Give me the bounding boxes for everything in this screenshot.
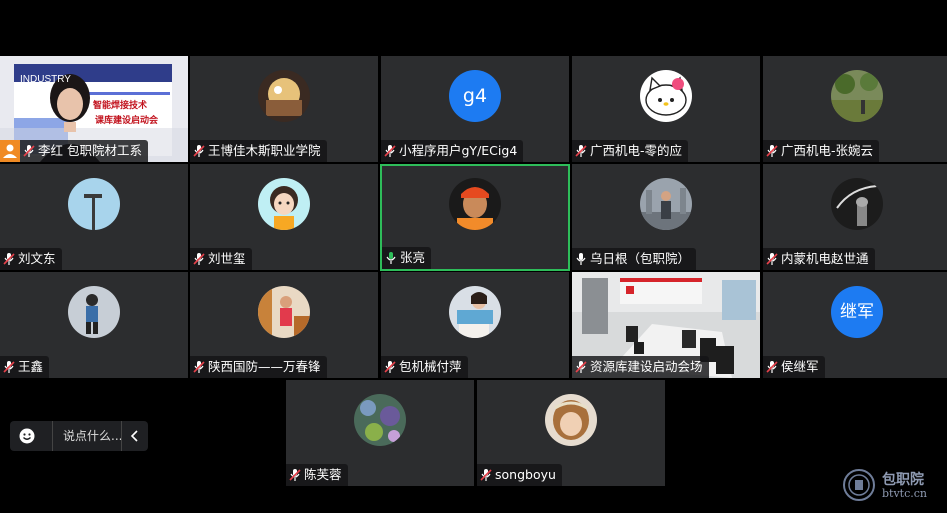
mic-muted-icon bbox=[289, 469, 301, 481]
name-tag: 王博佳木斯职业学院 bbox=[190, 140, 327, 162]
name-tag: 王鑫 bbox=[0, 356, 50, 378]
video-tile-guangxi-1[interactable]: 广西机电-零的应 bbox=[572, 56, 760, 162]
participant-name: 王博佳木斯职业学院 bbox=[208, 143, 321, 158]
participant-name: 刘文东 bbox=[18, 251, 56, 266]
video-tile-liu-wendong[interactable]: 刘文东 bbox=[0, 164, 188, 270]
video-tile-miniprogram-user[interactable]: g4 小程序用户gY/ECig4 bbox=[381, 56, 569, 162]
participant-name: 刘世玺 bbox=[208, 251, 246, 266]
presenter-icon bbox=[0, 140, 20, 162]
slide-title-line1: 智能焊接技术 bbox=[93, 101, 148, 111]
name-tag: 陈芙蓉 bbox=[286, 464, 348, 486]
mic-muted-icon bbox=[480, 469, 492, 481]
video-tile-wang-bo[interactable]: 王博佳木斯职业学院 bbox=[190, 56, 378, 162]
mic-icon bbox=[576, 253, 586, 265]
name-tag: songboyu bbox=[477, 464, 562, 486]
participant-name: 内蒙机电赵世通 bbox=[781, 251, 869, 266]
participant-name: 广西机电-零的应 bbox=[590, 143, 683, 158]
watermark-name: 包职院 bbox=[882, 472, 924, 488]
profile-avatar bbox=[831, 70, 883, 122]
chat-bar: 说点什么... bbox=[10, 421, 148, 451]
mic-muted-icon bbox=[3, 253, 15, 265]
profile-avatar bbox=[449, 178, 501, 230]
name-tag: 广西机电-零的应 bbox=[572, 140, 689, 162]
mic-muted-icon bbox=[766, 361, 778, 373]
name-tag: 张亮 bbox=[382, 247, 432, 269]
participant-name: 李红 包职院材工系 bbox=[38, 143, 142, 158]
name-tag: 陕西国防——万春锋 bbox=[190, 356, 327, 378]
name-tag: 资源库建设启动会场 bbox=[572, 356, 709, 378]
emoji-icon[interactable] bbox=[19, 428, 35, 444]
hello-kitty-avatar bbox=[640, 70, 692, 122]
mic-muted-icon bbox=[384, 145, 396, 157]
participant-name: 张亮 bbox=[400, 250, 426, 265]
profile-avatar bbox=[258, 70, 310, 122]
name-tag: 广西机电-张婉云 bbox=[763, 140, 880, 162]
watermark-domain: btvtc.cn bbox=[882, 487, 927, 500]
profile-avatar bbox=[545, 394, 597, 446]
mic-muted-icon bbox=[3, 361, 15, 373]
profile-avatar bbox=[831, 178, 883, 230]
mic-muted-icon bbox=[384, 361, 396, 373]
name-tag: 小程序用户gY/ECig4 bbox=[381, 140, 524, 162]
profile-avatar bbox=[258, 286, 310, 338]
mic-muted-icon bbox=[23, 145, 35, 157]
participant-name: 侯继军 bbox=[781, 359, 819, 374]
video-tile-chen-furong[interactable]: 陈芙蓉 bbox=[286, 380, 474, 486]
participant-name: 包机械付萍 bbox=[399, 359, 462, 374]
video-tile-inner-mongolia[interactable]: 内蒙机电赵世通 bbox=[763, 164, 947, 270]
participant-name: songboyu bbox=[495, 467, 556, 482]
video-tile-hou-jijun[interactable]: 继军 侯继军 bbox=[763, 272, 947, 378]
video-tile-meeting-room[interactable]: 资源库建设启动会场 bbox=[572, 272, 760, 378]
mic-muted-icon bbox=[193, 145, 205, 157]
video-tile-baojixie[interactable]: 包机械付萍 bbox=[381, 272, 569, 378]
watermark: 包职院 btvtc.cn bbox=[842, 468, 942, 502]
text-avatar: g4 bbox=[449, 70, 501, 122]
mic-muted-icon bbox=[575, 145, 587, 157]
video-tile-songboyu[interactable]: songboyu bbox=[477, 380, 665, 486]
chevron-left-icon bbox=[130, 430, 138, 442]
name-tag: 侯继军 bbox=[763, 356, 825, 378]
name-tag: 刘文东 bbox=[0, 248, 62, 270]
mic-muted-icon bbox=[766, 253, 778, 265]
slide-title-line2: 课库建设启动会 bbox=[95, 116, 159, 126]
video-tile-shaanxi[interactable]: 陕西国防——万春锋 bbox=[190, 272, 378, 378]
profile-avatar bbox=[354, 394, 406, 446]
mic-muted-icon bbox=[193, 253, 205, 265]
participant-name: 陈芙蓉 bbox=[304, 467, 342, 482]
participant-name: 王鑫 bbox=[18, 359, 44, 374]
collapse-chat-button[interactable] bbox=[121, 421, 148, 451]
school-logo-icon bbox=[843, 469, 875, 501]
profile-avatar bbox=[640, 178, 692, 230]
participant-name: 乌日根（包职院） bbox=[590, 251, 691, 266]
mic-muted-icon bbox=[575, 361, 587, 373]
mic-muted-icon bbox=[193, 361, 205, 373]
name-tag: 内蒙机电赵世通 bbox=[763, 248, 875, 270]
video-tile-wang-xin[interactable]: 王鑫 bbox=[0, 272, 188, 378]
video-tile-wurigen[interactable]: 乌日根（包职院） bbox=[572, 164, 760, 270]
video-tile-li-hong[interactable]: INDUSTRY 智能焊接技术 课库建设启动会 李红 包职院材工系 bbox=[0, 56, 188, 162]
participant-name: 广西机电-张婉云 bbox=[781, 143, 874, 158]
chat-input[interactable]: 说点什么... bbox=[52, 421, 122, 451]
mic-muted-icon bbox=[766, 145, 778, 157]
slide-industry-text: INDUSTRY bbox=[20, 74, 71, 85]
text-avatar: 继军 bbox=[831, 286, 883, 338]
cartoon-avatar bbox=[258, 178, 310, 230]
participant-name: 资源库建设启动会场 bbox=[590, 359, 703, 374]
profile-avatar bbox=[68, 286, 120, 338]
participant-name: 陕西国防——万春锋 bbox=[208, 359, 321, 374]
name-tag: 包机械付萍 bbox=[381, 356, 468, 378]
video-tile-zhang-liang[interactable]: 张亮 bbox=[380, 164, 570, 271]
profile-avatar bbox=[68, 178, 120, 230]
name-tag: 李红 包职院材工系 bbox=[20, 140, 148, 162]
profile-avatar bbox=[449, 286, 501, 338]
mic-speaking-icon bbox=[386, 252, 396, 264]
video-tile-guangxi-2[interactable]: 广西机电-张婉云 bbox=[763, 56, 947, 162]
name-tag: 乌日根（包职院） bbox=[572, 248, 697, 270]
video-tile-liu-shixi[interactable]: 刘世玺 bbox=[190, 164, 378, 270]
participant-name: 小程序用户gY/ECig4 bbox=[399, 143, 518, 158]
name-tag: 刘世玺 bbox=[190, 248, 252, 270]
